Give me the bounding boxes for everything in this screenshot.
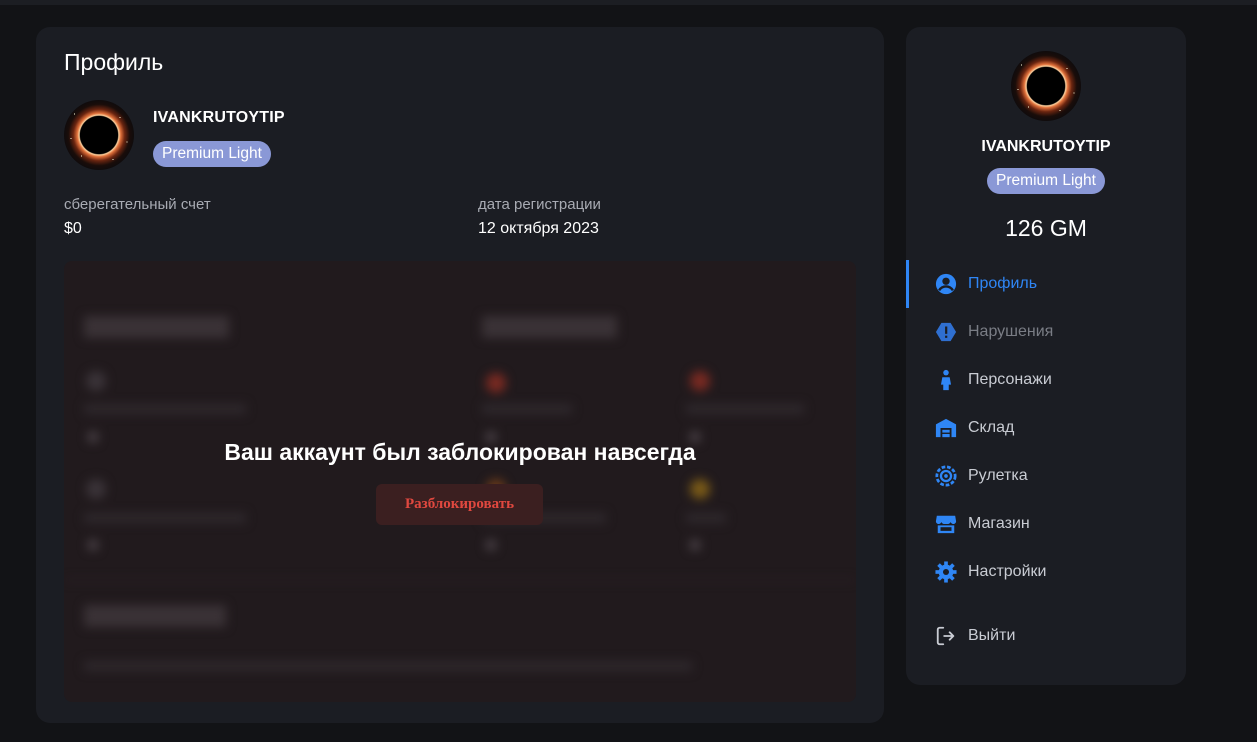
sidebar-username: IVANKRUTOYTIP bbox=[981, 138, 1111, 155]
page-title: Профиль bbox=[64, 49, 164, 75]
sidebar-item-label: Склад bbox=[968, 419, 1015, 436]
sidebar-item-label: Профиль bbox=[968, 275, 1038, 292]
sidebar-item-violations[interactable]: Нарушения bbox=[906, 308, 1186, 356]
blocked-content-area: Ваш аккаунт был заблокирован навсегда Ра… bbox=[64, 261, 856, 702]
blocked-message: Ваш аккаунт был заблокирован навсегда bbox=[224, 439, 696, 465]
gear-icon bbox=[934, 560, 958, 584]
blurred-content bbox=[64, 261, 856, 702]
balance: 126 GM bbox=[1005, 215, 1087, 241]
shop-icon bbox=[934, 512, 958, 536]
top-bar bbox=[0, 0, 1257, 5]
unlock-button[interactable]: Разблокировать bbox=[376, 484, 543, 525]
sidebar-item-profile[interactable]: Профиль bbox=[906, 260, 1186, 308]
sidebar-item-settings[interactable]: Настройки bbox=[906, 548, 1186, 596]
sidebar-item-shop[interactable]: Магазин bbox=[906, 500, 1186, 548]
username: IVANKRUTOYTIP bbox=[153, 109, 285, 126]
sidebar-card: IVANKRUTOYTIP Premium Light 126 GM Профи… bbox=[906, 27, 1186, 685]
sidebar-item-roulette[interactable]: Рулетка bbox=[906, 452, 1186, 500]
sidebar-avatar bbox=[1011, 51, 1081, 121]
profile-card: Профиль IVANKRUTOYTIP Premium Light сбер… bbox=[36, 27, 884, 723]
registration-label: дата регистрации bbox=[478, 196, 601, 213]
sidebar-item-label: Персонажи bbox=[968, 371, 1052, 388]
logout-label: Выйти bbox=[968, 627, 1016, 644]
sidebar-premium-badge: Premium Light bbox=[987, 168, 1105, 194]
premium-badge: Premium Light bbox=[153, 141, 271, 167]
warehouse-icon bbox=[934, 416, 958, 440]
person-icon bbox=[934, 368, 958, 392]
savings-label: сберегательный счет bbox=[64, 196, 211, 213]
sidebar-item-label: Настройки bbox=[968, 563, 1047, 580]
warning-hexagon-icon bbox=[934, 320, 958, 344]
sidebar-item-label: Нарушения bbox=[968, 323, 1054, 340]
user-circle-icon bbox=[934, 272, 958, 296]
sidebar-item-label: Рулетка bbox=[968, 467, 1028, 484]
sidebar-item-characters[interactable]: Персонажи bbox=[906, 356, 1186, 404]
logout-icon bbox=[934, 624, 958, 648]
sidebar-item-warehouse[interactable]: Склад bbox=[906, 404, 1186, 452]
roulette-icon bbox=[934, 464, 958, 488]
avatar bbox=[64, 100, 134, 170]
logout-button[interactable]: Выйти bbox=[906, 612, 1186, 660]
savings-value: $0 bbox=[64, 220, 82, 237]
sidebar-badge-wrap: Premium Light bbox=[906, 168, 1186, 194]
sidebar-item-label: Магазин bbox=[968, 515, 1030, 532]
registration-value: 12 октября 2023 bbox=[478, 220, 599, 237]
